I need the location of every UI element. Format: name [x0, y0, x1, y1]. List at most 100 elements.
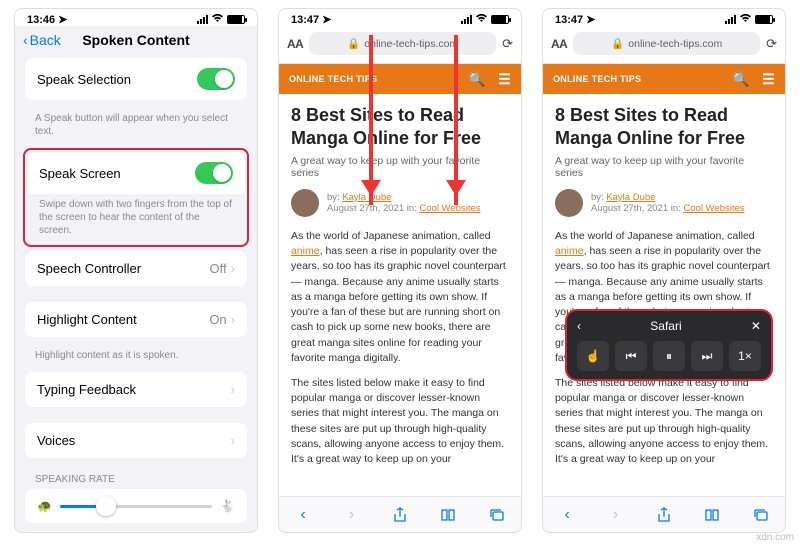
forward-icon[interactable]: ›	[343, 506, 361, 524]
battery-icon	[755, 15, 773, 24]
tabs-icon[interactable]	[752, 506, 770, 524]
phone-safari-gesture: 13:47➤ AA 🔒 online-tech-tips.com ⟳ ONLINE…	[278, 8, 522, 533]
close-icon[interactable]: ✕	[751, 319, 761, 333]
paragraph: As the world of Japanese animation, call…	[291, 229, 509, 366]
chevron-right-icon: ›	[231, 382, 235, 397]
article-subtitle: A great way to keep up with your favorit…	[291, 155, 509, 179]
search-icon[interactable]: 🔍	[732, 71, 750, 88]
watermark: xdn.com	[756, 532, 794, 543]
category-link[interactable]: Cool Websites	[683, 203, 744, 214]
turtle-icon: 🐢	[37, 499, 52, 513]
speech-controller-value: Off	[210, 261, 227, 276]
voices-row[interactable]: Voices ›	[25, 423, 247, 458]
article-title: 8 Best Sites to Read Manga Online for Fr…	[555, 104, 773, 149]
article-content: 8 Best Sites to Read Manga Online for Fr…	[279, 94, 521, 496]
signal-icon	[197, 15, 208, 24]
pause-button[interactable]: ⏸	[653, 341, 685, 371]
reload-button[interactable]: ⟳	[502, 36, 513, 52]
status-time: 13:47	[555, 14, 583, 26]
next-button[interactable]: ⏭	[691, 341, 723, 371]
highlight-content-label: Highlight Content	[37, 312, 137, 327]
speech-controller-overlay[interactable]: ‹ Safari ✕ ☝ ⏮ ⏸ ⏭ 1×	[565, 309, 773, 381]
tabs-icon[interactable]	[488, 506, 506, 524]
status-bar: 13:46➤	[15, 9, 257, 26]
article-date: August 27th, 2021 in:	[591, 203, 681, 214]
speak-screen-row[interactable]: Speak Screen	[27, 152, 245, 194]
signal-icon	[461, 15, 472, 24]
text-size-button[interactable]: AA	[287, 37, 303, 51]
highlight-content-row[interactable]: Highlight Content On›	[25, 302, 247, 337]
swipe-arrow-icon	[454, 35, 458, 205]
paragraph: The sites listed below make it easy to f…	[291, 376, 509, 467]
speaking-rate-row: 🐢 🐇	[25, 489, 247, 523]
anime-link[interactable]: anime	[555, 245, 584, 257]
speak-screen-toggle[interactable]	[195, 162, 233, 184]
site-logo: ONLINE TECH TIPS	[553, 74, 641, 84]
back-icon[interactable]: ‹	[294, 506, 312, 524]
forward-icon[interactable]: ›	[607, 506, 625, 524]
article-subtitle: A great way to keep up with your favorit…	[555, 155, 773, 179]
reload-button[interactable]: ⟳	[766, 36, 777, 52]
wifi-icon	[475, 13, 488, 26]
phone-settings: 13:46➤ ‹Back Spoken Content Speak Select…	[14, 8, 258, 533]
speak-screen-label: Speak Screen	[39, 166, 121, 181]
speak-selection-row[interactable]: Speak Selection	[25, 58, 247, 100]
avatar	[555, 189, 583, 217]
share-icon[interactable]	[655, 506, 673, 524]
url-text: online-tech-tips.com	[364, 38, 458, 50]
nav-bar: ‹Back Spoken Content	[15, 26, 257, 58]
hand-button[interactable]: ☝	[577, 341, 609, 371]
pronunciations-row[interactable]: Pronunciations ›	[25, 531, 247, 533]
battery-icon	[227, 15, 245, 24]
speaking-rate-slider[interactable]	[60, 505, 212, 508]
status-time: 13:47	[291, 14, 319, 26]
speech-controller-label: Speech Controller	[37, 261, 141, 276]
safari-toolbar: AA 🔒 online-tech-tips.com ⟳	[279, 26, 521, 64]
page-title: Spoken Content	[82, 32, 189, 48]
lock-icon: 🔒	[611, 37, 624, 50]
url-text: online-tech-tips.com	[628, 38, 722, 50]
speak-selection-toggle[interactable]	[197, 68, 235, 90]
share-icon[interactable]	[391, 506, 409, 524]
location-icon: ➤	[586, 13, 595, 26]
swipe-arrow-icon	[369, 35, 373, 205]
safari-bottom-bar: ‹ ›	[543, 496, 785, 532]
bookmarks-icon[interactable]	[703, 506, 721, 524]
speak-screen-desc: Swipe down with two fingers from the top…	[27, 194, 245, 243]
voices-label: Voices	[37, 433, 75, 448]
wifi-icon	[211, 13, 224, 26]
menu-icon[interactable]: ☰	[498, 71, 511, 88]
rabbit-icon: 🐇	[220, 499, 235, 513]
back-button[interactable]: ‹Back	[23, 32, 61, 48]
chevron-right-icon: ›	[231, 433, 235, 448]
signal-icon	[725, 15, 736, 24]
site-header: ONLINE TECH TIPS 🔍 ☰	[279, 64, 521, 94]
speak-screen-highlight: Speak Screen Swipe down with two fingers…	[23, 148, 249, 247]
search-icon[interactable]: 🔍	[468, 71, 486, 88]
typing-feedback-row[interactable]: Typing Feedback ›	[25, 372, 247, 407]
collapse-icon[interactable]: ‹	[577, 319, 581, 333]
chevron-left-icon: ‹	[23, 32, 28, 48]
text-size-button[interactable]: AA	[551, 37, 567, 51]
site-header: ONLINE TECH TIPS 🔍 ☰	[543, 64, 785, 94]
url-bar[interactable]: 🔒 online-tech-tips.com	[309, 32, 496, 55]
speak-selection-label: Speak Selection	[37, 72, 131, 87]
back-icon[interactable]: ‹	[558, 506, 576, 524]
byline: by: Kayla DubeAugust 27th, 2021 in: Cool…	[291, 189, 509, 217]
paragraph: The sites listed below make it easy to f…	[555, 376, 773, 467]
byline: by: Kayla DubeAugust 27th, 2021 in: Cool…	[555, 189, 773, 217]
anime-link[interactable]: anime	[291, 245, 320, 257]
bookmarks-icon[interactable]	[439, 506, 457, 524]
highlight-content-value: On	[209, 312, 226, 327]
previous-button[interactable]: ⏮	[615, 341, 647, 371]
speed-button[interactable]: 1×	[729, 341, 761, 371]
safari-bottom-bar: ‹ ›	[279, 496, 521, 532]
url-bar[interactable]: 🔒 online-tech-tips.com	[573, 32, 760, 55]
status-bar: 13:47➤	[279, 9, 521, 26]
author-link[interactable]: Kayla Dube	[606, 192, 655, 203]
lock-icon: 🔒	[347, 37, 360, 50]
speech-controller-row[interactable]: Speech Controller Off›	[25, 251, 247, 286]
status-bar: 13:47➤	[543, 9, 785, 26]
menu-icon[interactable]: ☰	[762, 71, 775, 88]
site-logo: ONLINE TECH TIPS	[289, 74, 377, 84]
